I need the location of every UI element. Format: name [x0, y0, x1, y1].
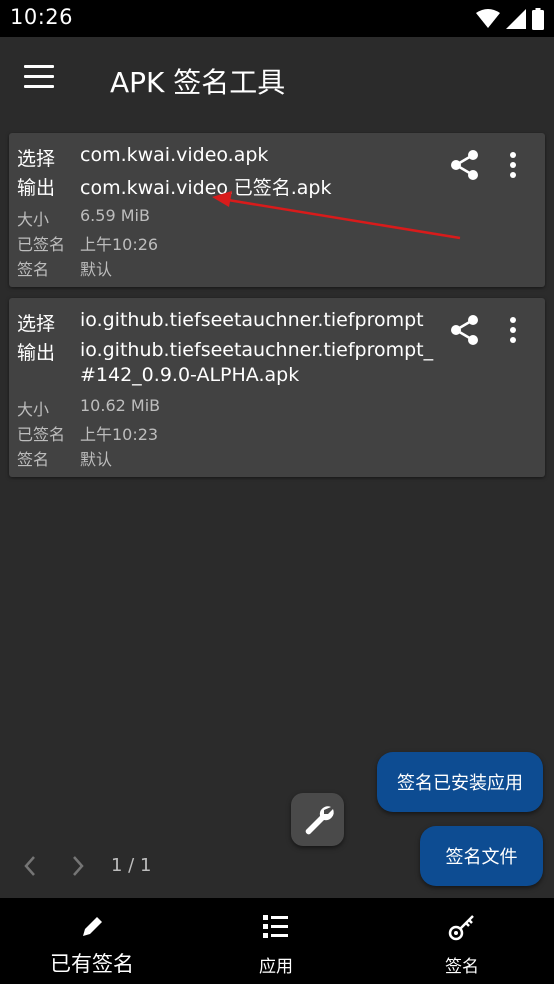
more-options-button[interactable] — [503, 151, 523, 181]
wrench-icon — [305, 805, 334, 834]
size-label: 大小 — [17, 400, 50, 419]
share-icon — [451, 150, 478, 180]
output-value: com.kwai.video.已签名.apk — [80, 177, 332, 199]
signed-label: 已签名 — [17, 425, 66, 444]
share-button[interactable] — [449, 149, 481, 181]
key-icon — [448, 915, 474, 941]
signal-icon — [506, 9, 526, 29]
signed-apk-card[interactable]: 选择 com.kwai.video.apk 输出 com.kwai.video.… — [9, 133, 545, 287]
nav-item-existing-signatures[interactable]: 已有签名 — [0, 898, 184, 984]
select-label: 选择 — [17, 148, 56, 170]
nav-item-sign[interactable]: 签名 — [370, 898, 554, 984]
list-icon — [263, 915, 288, 938]
pencil-icon — [83, 917, 102, 936]
select-row: 选择 io.github.tiefseetauchner.tiefprompt — [17, 309, 424, 336]
signature-label: 签名 — [17, 260, 50, 279]
size-label: 大小 — [17, 210, 50, 229]
more-options-button[interactable] — [503, 316, 523, 346]
signed-time: 上午10:26 — [80, 235, 159, 254]
more-vert-icon — [510, 317, 516, 343]
sign-installed-app-button[interactable]: 签名已安装应用 — [377, 752, 543, 812]
nav-label: 签名 — [445, 957, 479, 977]
wifi-icon — [476, 9, 500, 28]
output-label: 输出 — [17, 177, 56, 199]
signed-row: 已签名 上午10:23 — [17, 421, 158, 445]
nav-item-apps[interactable]: 应用 — [184, 898, 368, 984]
nav-label: 已有签名 — [50, 952, 134, 976]
sign-file-button[interactable]: 签名文件 — [420, 826, 543, 886]
signature-label: 签名 — [17, 450, 50, 469]
menu-button[interactable] — [24, 65, 60, 93]
signature-row: 签名 默认 — [17, 446, 112, 470]
nav-label: 应用 — [259, 957, 293, 977]
signed-label: 已签名 — [17, 235, 66, 254]
page-indicator: 1 / 1 — [111, 855, 152, 876]
battery-icon — [532, 8, 544, 30]
output-row: 输出 io.github.tiefseetauchner.tiefprompt_… — [17, 338, 440, 388]
signed-time: 上午10:23 — [80, 425, 159, 444]
menu-icon — [24, 65, 54, 68]
output-value: io.github.tiefseetauchner.tiefprompt_#14… — [80, 339, 434, 386]
select-row: 选择 com.kwai.video.apk — [17, 144, 268, 171]
signed-row: 已签名 上午10:26 — [17, 231, 158, 255]
app-bar: APK 签名工具 — [0, 37, 554, 120]
bottom-navigation: 已有签名 应用 签名 — [0, 898, 554, 984]
size-row: 大小 6.59 MiB — [17, 206, 150, 230]
signature-value: 默认 — [80, 260, 113, 279]
size-value: 10.62 MiB — [80, 396, 161, 415]
tools-button[interactable] — [291, 793, 344, 846]
share-icon — [451, 315, 478, 345]
menu-icon-bar — [24, 75, 54, 78]
chevron-left-icon — [24, 856, 35, 876]
previous-page-button[interactable] — [18, 851, 42, 881]
chevron-right-icon — [73, 856, 84, 876]
signed-apk-card[interactable]: 选择 io.github.tiefseetauchner.tiefprompt … — [9, 298, 545, 477]
status-time: 10:26 — [10, 5, 74, 29]
app-title: APK 签名工具 — [110, 66, 286, 99]
status-icons — [476, 8, 544, 30]
size-value: 6.59 MiB — [80, 206, 150, 225]
next-page-button[interactable] — [66, 851, 90, 881]
more-vert-icon — [510, 152, 516, 178]
select-label: 选择 — [17, 313, 56, 335]
signature-row: 签名 默认 — [17, 256, 112, 280]
share-button[interactable] — [449, 314, 481, 346]
size-row: 大小 10.62 MiB — [17, 396, 160, 420]
select-value: com.kwai.video.apk — [80, 144, 269, 166]
output-label: 输出 — [17, 342, 56, 364]
select-value: io.github.tiefseetauchner.tiefprompt — [80, 309, 424, 331]
status-bar: 10:26 — [0, 0, 554, 37]
menu-icon-bar — [24, 85, 54, 88]
output-row: 输出 com.kwai.video.已签名.apk — [17, 173, 331, 200]
signature-value: 默认 — [80, 450, 113, 469]
